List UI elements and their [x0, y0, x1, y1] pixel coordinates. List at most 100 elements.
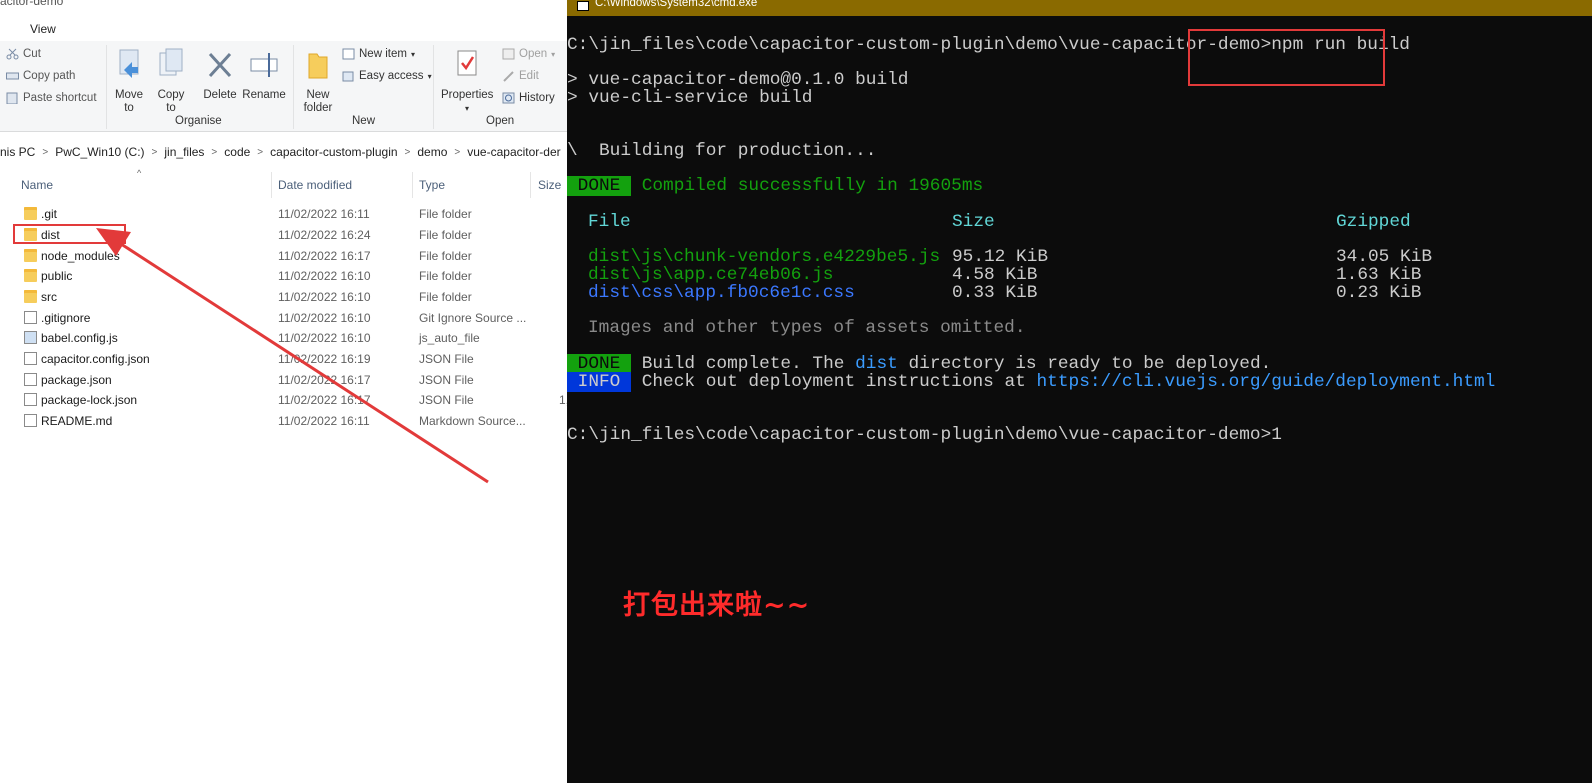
dist-word: dist [855, 354, 898, 374]
easy-access-button[interactable]: Easy access ▾ [342, 70, 432, 82]
file-explorer-window: acitor-demo View Cut Copy path Paste sho… [0, 0, 575, 783]
folder-icon [24, 290, 37, 303]
table-row[interactable]: .git 11/02/2022 16:11 File folder [0, 204, 575, 224]
table-row[interactable]: node_modules 11/02/2022 16:17 File folder [0, 246, 575, 266]
new-folder-icon [300, 48, 336, 86]
rename-button[interactable]: Rename [242, 48, 286, 102]
move-to-icon [114, 48, 144, 86]
paste-shortcut-icon [6, 92, 19, 105]
table-row[interactable]: babel.config.js 11/02/2022 16:10 js_auto_f… [0, 328, 575, 348]
copy-path-label: Copy path [23, 70, 76, 82]
cmd-prompt: C:\jin_files\code\capacitor-custom-plugi… [567, 35, 1272, 55]
new-folder-label: New folder [303, 89, 333, 114]
file-name: .gitignore [41, 311, 91, 325]
file-type: File folder [419, 269, 472, 283]
json-file-icon [24, 352, 37, 365]
column-header-size[interactable]: Size [538, 178, 561, 192]
file-type: js_auto_file [419, 331, 480, 345]
cmd-prompt-line[interactable]: C:\jin_files\code\capacitor-custom-plugi… [567, 425, 1282, 445]
breadcrumb-demo[interactable]: demo [410, 145, 454, 159]
history-icon [502, 92, 515, 104]
asset-file: dist\js\chunk-vendors.e4229be5.js [588, 247, 941, 267]
table-row[interactable]: .gitignore 11/02/2022 16:10 Git Ignore Sou… [0, 308, 575, 328]
file-type: Git Ignore Source ... [419, 311, 527, 325]
omitted-note: Images and other types of assets omitted… [588, 318, 1026, 338]
cmd-output-line: \ Building for production... [567, 141, 877, 161]
breadcrumb-code[interactable]: code [217, 145, 257, 159]
properties-button[interactable]: Properties ▾ [441, 48, 493, 115]
file-date: 11/02/2022 16:10 [278, 269, 371, 283]
command-highlight-box [1188, 29, 1385, 86]
easy-access-icon [342, 70, 355, 82]
open-button[interactable]: Open ▾ [502, 48, 555, 60]
cmd-output-line: DONE Compiled successfully in 19605ms [567, 176, 983, 196]
asset-size: 0.33 KiB [952, 283, 1038, 303]
table-row[interactable]: src 11/02/2022 16:10 File folder [0, 287, 575, 307]
paste-shortcut-label: Paste shortcut [23, 92, 97, 104]
table-row[interactable]: package.json 11/02/2022 16:17 JSON File [0, 370, 575, 390]
copy-path-icon [6, 70, 19, 82]
cmd-title: C:\Windows\System32\cmd.exe [595, 0, 758, 9]
open-label: Open [519, 48, 548, 60]
new-folder-button[interactable]: New folder [300, 48, 336, 115]
file-name: capacitor.config.json [41, 352, 150, 366]
breadcrumb-drive[interactable]: PwC_Win10 (C:) [48, 145, 151, 159]
file-date: 11/02/2022 16:11 [278, 207, 370, 221]
copy-to-button[interactable]: Copy to [155, 48, 187, 115]
breadcrumb-vue-capacitor-demo[interactable]: vue-capacitor-der [460, 145, 567, 159]
breadcrumb-capacitor-custom-plugin[interactable]: capacitor-custom-plugin [263, 145, 404, 159]
column-header-name[interactable]: Name [21, 178, 53, 192]
history-button[interactable]: History [502, 92, 555, 104]
edit-icon [502, 70, 515, 82]
file-date: 11/02/2022 16:10 [278, 311, 371, 325]
copy-path-button[interactable]: Copy path [6, 70, 75, 82]
asset-file: dist\js\app.ce74eb06.js [588, 265, 834, 285]
open-icon [502, 48, 515, 60]
file-name: node_modules [41, 249, 120, 263]
delete-button[interactable]: Delete [203, 48, 237, 102]
deployment-url-link[interactable]: https://cli.vuejs.org/guide/deployment.h… [1037, 372, 1496, 392]
done-tag: DONE [567, 176, 632, 196]
file-date: 11/02/2022 16:24 [278, 228, 371, 242]
file-date: 11/02/2022 16:17 [278, 249, 371, 263]
cmd-icon [577, 1, 589, 11]
file-date: 11/02/2022 16:10 [278, 290, 371, 304]
json-file-icon [24, 373, 37, 386]
paste-shortcut-button[interactable]: Paste shortcut [6, 92, 97, 105]
file-type: JSON File [419, 373, 474, 387]
edit-button[interactable]: Edit [502, 70, 539, 82]
move-to-button[interactable]: Move to [114, 48, 144, 115]
asset-size: 95.12 KiB [952, 247, 1049, 267]
assets-header-gzipped: Gzipped [1336, 212, 1411, 232]
build-complete-text: Build complete. The [631, 354, 856, 374]
column-header-date[interactable]: Date modified [278, 178, 352, 192]
cmd-window: C:\Windows\System32\cmd.exe C:\jin_files… [567, 0, 1592, 783]
new-item-icon [342, 48, 355, 60]
assets-header-file: File [588, 212, 631, 232]
json-file-icon [24, 393, 37, 406]
new-item-button[interactable]: New item ▾ [342, 48, 415, 60]
file-type: JSON File [419, 393, 474, 407]
file-date: 11/02/2022 16:19 [278, 352, 371, 366]
breadcrumb-this-pc[interactable]: nis PC [0, 145, 42, 159]
file-name: public [41, 269, 73, 283]
folder-icon [24, 269, 37, 282]
column-header-type[interactable]: Type [419, 178, 445, 192]
done-tag: DONE [567, 354, 632, 374]
table-row[interactable]: package-lock.json 11/02/2022 16:17 JSON Fi… [0, 390, 575, 410]
file-icon [24, 311, 37, 324]
cut-label: Cut [23, 48, 41, 60]
cmd-output-line: > vue-cli-service build [567, 88, 813, 108]
file-date: 11/02/2022 16:17 [278, 373, 371, 387]
md-file-icon [24, 414, 37, 427]
breadcrumb-jin-files[interactable]: jin_files [157, 145, 211, 159]
table-row[interactable]: README.md 11/02/2022 16:11 Markdown Source… [0, 411, 575, 431]
table-row[interactable]: public 11/02/2022 16:10 File folder [0, 266, 575, 286]
table-row[interactable]: capacitor.config.json 11/02/2022 16:19 JSO… [0, 349, 575, 369]
file-type: File folder [419, 249, 472, 263]
tab-view[interactable]: View [30, 22, 56, 36]
cut-button[interactable]: Cut [6, 48, 41, 60]
cmd-titlebar[interactable]: C:\Windows\System32\cmd.exe [567, 0, 1592, 16]
cmd-output-line: INFO Check out deployment instructions a… [567, 372, 1495, 392]
file-name: package-lock.json [41, 393, 138, 407]
